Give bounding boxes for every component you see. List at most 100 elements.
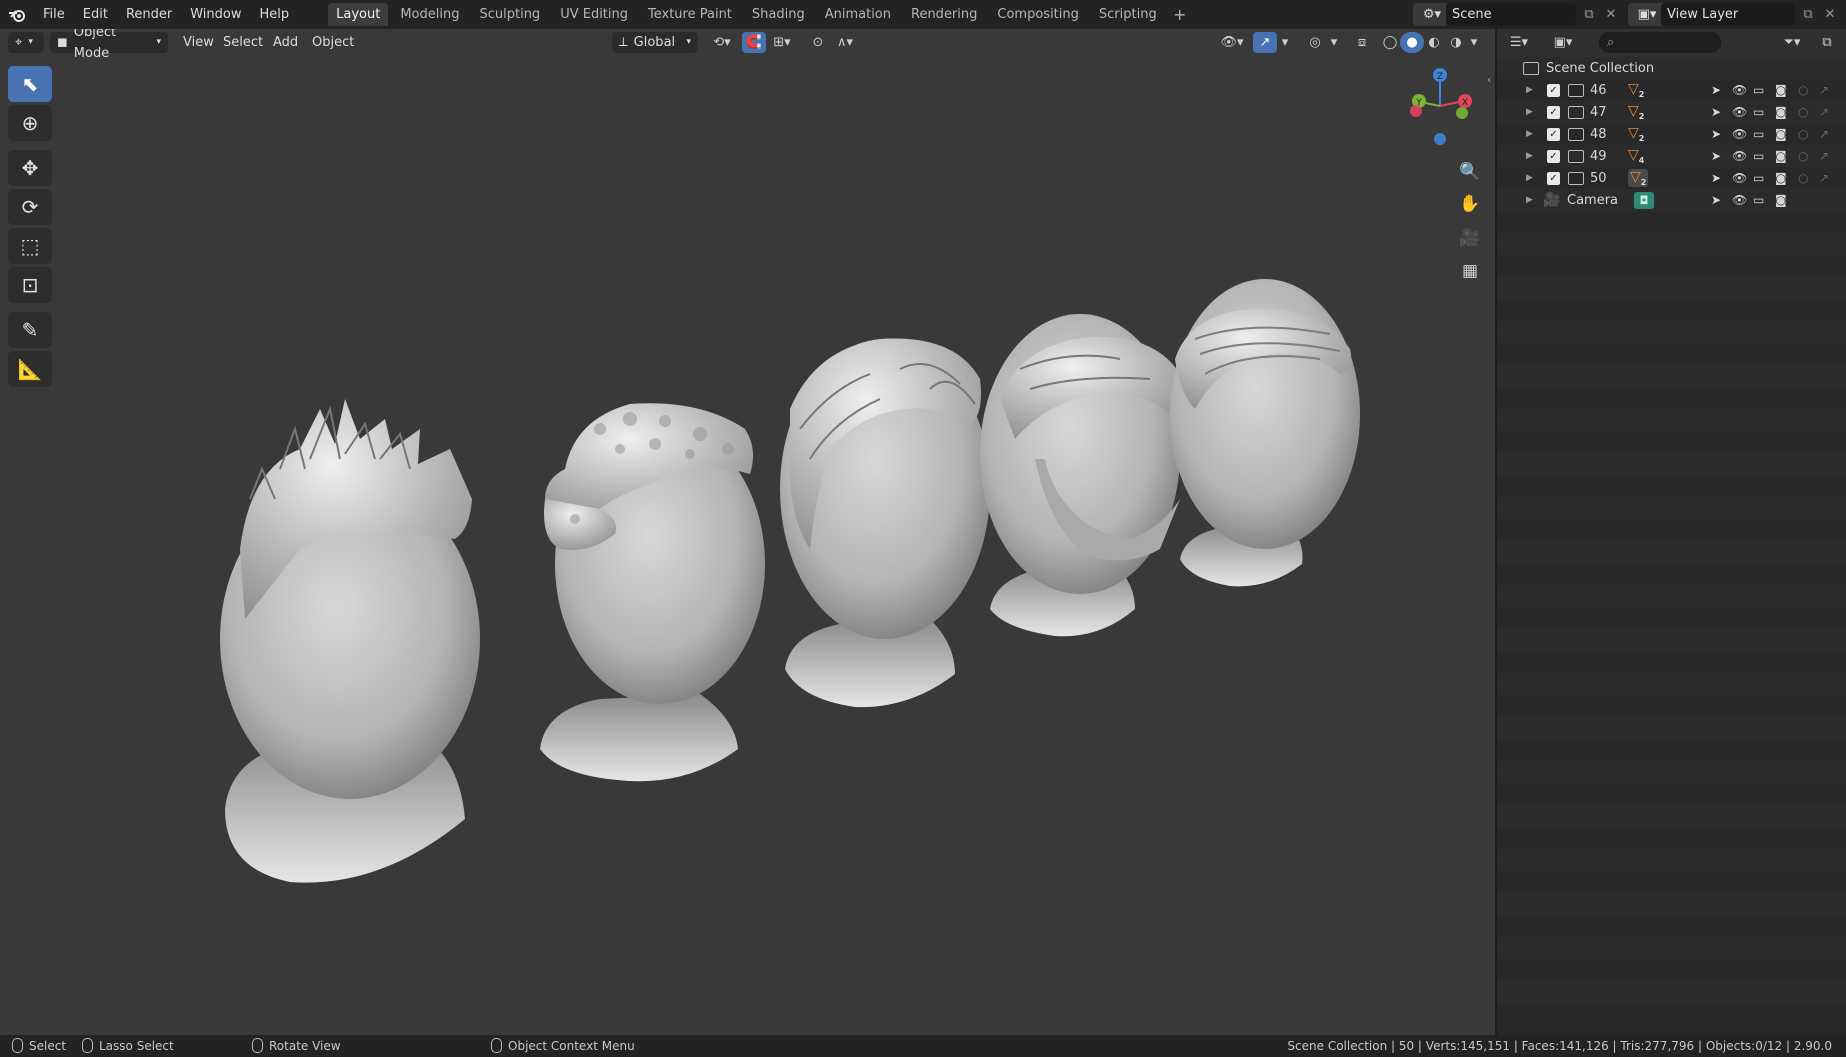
holdout-icon[interactable]: ○	[1798, 127, 1808, 141]
empty-row	[1497, 915, 1846, 937]
tab-shading[interactable]: Shading	[744, 3, 813, 26]
render-camera-icon[interactable]: ◙	[1775, 193, 1787, 207]
viewport-monitor-icon[interactable]: ▭	[1753, 105, 1764, 119]
tab-compositing[interactable]: Compositing	[989, 3, 1087, 26]
collection-label: 49	[1590, 148, 1607, 164]
list-item[interactable]: ▶ ✓ 49 ▽4 ➤ 👁 ▭ ◙ ○ ↗	[1497, 145, 1846, 167]
eye-icon[interactable]: 👁	[1732, 149, 1747, 163]
delete-view-layer-icon[interactable]: ✕	[1819, 3, 1841, 26]
tab-rendering[interactable]: Rendering	[903, 3, 985, 26]
tab-sculpting[interactable]: Sculpting	[471, 3, 548, 26]
tab-animation[interactable]: Animation	[817, 3, 899, 26]
indirect-only-icon[interactable]: ↗	[1819, 149, 1829, 163]
status-rotate-label: Rotate View	[269, 1038, 341, 1053]
empty-row	[1497, 233, 1846, 255]
eye-icon[interactable]: 👁	[1732, 83, 1747, 97]
menu-edit[interactable]: Edit	[74, 0, 117, 29]
expand-icon[interactable]: ▶	[1526, 107, 1533, 117]
indirect-only-icon[interactable]: ↗	[1819, 83, 1829, 97]
tab-uv-editing[interactable]: UV Editing	[552, 3, 636, 26]
empty-row	[1497, 739, 1846, 761]
status-rotate-hint: Rotate View	[252, 1038, 341, 1053]
indirect-only-icon[interactable]: ↗	[1819, 127, 1829, 141]
display-mode-icon[interactable]: ▣▾	[1547, 32, 1579, 53]
select-arrow-icon[interactable]: ➤	[1711, 171, 1721, 185]
select-arrow-icon[interactable]: ➤	[1711, 127, 1721, 141]
select-arrow-icon[interactable]: ➤	[1711, 149, 1721, 163]
exclude-checkbox[interactable]: ✓	[1547, 127, 1560, 141]
search-icon: ⌕	[1607, 35, 1615, 50]
exclude-checkbox[interactable]: ✓	[1547, 83, 1560, 97]
select-arrow-icon[interactable]: ➤	[1711, 193, 1721, 207]
editor-type-icon[interactable]: ☰▾	[1503, 32, 1535, 53]
expand-icon[interactable]: ▶	[1526, 195, 1533, 205]
delete-scene-icon[interactable]: ✕	[1600, 3, 1622, 26]
viewport-monitor-icon[interactable]: ▭	[1753, 83, 1764, 97]
view-layer-field[interactable]: View Layer	[1661, 3, 1795, 26]
head-slicked-hair	[1170, 279, 1360, 587]
holdout-icon[interactable]: ○	[1798, 171, 1808, 185]
outliner-search-input[interactable]: ⌕	[1599, 32, 1721, 53]
menu-render[interactable]: Render	[117, 0, 181, 29]
empty-row	[1497, 211, 1846, 233]
eye-icon[interactable]: 👁	[1732, 105, 1747, 119]
expand-icon[interactable]: ▶	[1526, 173, 1533, 183]
holdout-icon[interactable]: ○	[1798, 105, 1808, 119]
list-item[interactable]: ▶ 🎥 Camera ◘ ➤ 👁 ▭ ◙	[1497, 189, 1846, 211]
blender-logo-icon[interactable]	[0, 0, 34, 29]
holdout-icon[interactable]: ○	[1798, 149, 1808, 163]
indirect-only-icon[interactable]: ↗	[1819, 171, 1829, 185]
select-arrow-icon[interactable]: ➤	[1711, 83, 1721, 97]
exclude-checkbox[interactable]: ✓	[1547, 171, 1560, 185]
viewport-monitor-icon[interactable]: ▭	[1753, 171, 1764, 185]
eye-icon[interactable]: 👁	[1732, 127, 1747, 141]
empty-row	[1497, 453, 1846, 475]
empty-row	[1497, 1003, 1846, 1025]
menu-help[interactable]: Help	[251, 0, 299, 29]
empty-row	[1497, 277, 1846, 299]
render-camera-icon[interactable]: ◙	[1775, 149, 1787, 163]
expand-icon[interactable]: ▶	[1526, 85, 1533, 95]
tab-texture-paint[interactable]: Texture Paint	[640, 3, 740, 26]
status-bar: Select Lasso Select Rotate View Object C…	[0, 1035, 1846, 1057]
exclude-checkbox[interactable]: ✓	[1547, 105, 1560, 119]
scene-field[interactable]: Scene	[1446, 3, 1576, 26]
empty-row	[1497, 563, 1846, 585]
viewport-monitor-icon[interactable]: ▭	[1753, 193, 1764, 207]
list-item[interactable]: ▶ ✓ 47 ▽2 ➤ 👁 ▭ ◙ ○ ↗	[1497, 101, 1846, 123]
select-arrow-icon[interactable]: ➤	[1711, 105, 1721, 119]
list-item[interactable]: ▶ ✓ 48 ▽2 ➤ 👁 ▭ ◙ ○ ↗	[1497, 123, 1846, 145]
empty-row	[1497, 497, 1846, 519]
empty-row	[1497, 255, 1846, 277]
list-item[interactable]: ▶ ✓ 46 ▽2 ➤ 👁 ▭ ◙ ○ ↗	[1497, 79, 1846, 101]
new-scene-icon[interactable]: ⧉	[1578, 3, 1600, 26]
expand-icon[interactable]: ▶	[1526, 151, 1533, 161]
indirect-only-icon[interactable]: ↗	[1819, 105, 1829, 119]
viewport-monitor-icon[interactable]: ▭	[1753, 127, 1764, 141]
list-item[interactable]: ▶ ✓ 50 ▽2 ➤ 👁 ▭ ◙ ○ ↗	[1497, 167, 1846, 189]
eye-icon[interactable]: 👁	[1732, 193, 1747, 207]
eye-icon[interactable]: 👁	[1732, 171, 1747, 185]
menu-file[interactable]: File	[34, 0, 74, 29]
scene-collection-row[interactable]: Scene Collection	[1497, 57, 1846, 79]
tab-modeling[interactable]: Modeling	[392, 3, 467, 26]
expand-icon[interactable]: ▶	[1526, 129, 1533, 139]
new-view-layer-icon[interactable]: ⧉	[1797, 3, 1819, 26]
add-workspace-icon[interactable]: +	[1169, 5, 1191, 24]
empty-row	[1497, 959, 1846, 981]
3d-viewport[interactable]: ⌖ ▾ ◼ Object Mode ▾ View Select Add Objec…	[0, 29, 1495, 1035]
mouse-left-icon	[12, 1038, 23, 1053]
viewport-monitor-icon[interactable]: ▭	[1753, 149, 1764, 163]
render-camera-icon[interactable]: ◙	[1775, 83, 1787, 97]
mouse-drag-icon	[82, 1038, 93, 1053]
new-collection-icon[interactable]: ⧉	[1815, 32, 1839, 53]
tab-layout[interactable]: Layout	[328, 3, 389, 26]
render-camera-icon[interactable]: ◙	[1775, 105, 1787, 119]
exclude-checkbox[interactable]: ✓	[1547, 149, 1560, 163]
tab-scripting[interactable]: Scripting	[1091, 3, 1165, 26]
filter-icon[interactable]: ⏷▾	[1775, 32, 1809, 53]
holdout-icon[interactable]: ○	[1798, 83, 1808, 97]
render-camera-icon[interactable]: ◙	[1775, 127, 1787, 141]
menu-window[interactable]: Window	[181, 0, 250, 29]
render-camera-icon[interactable]: ◙	[1775, 171, 1787, 185]
